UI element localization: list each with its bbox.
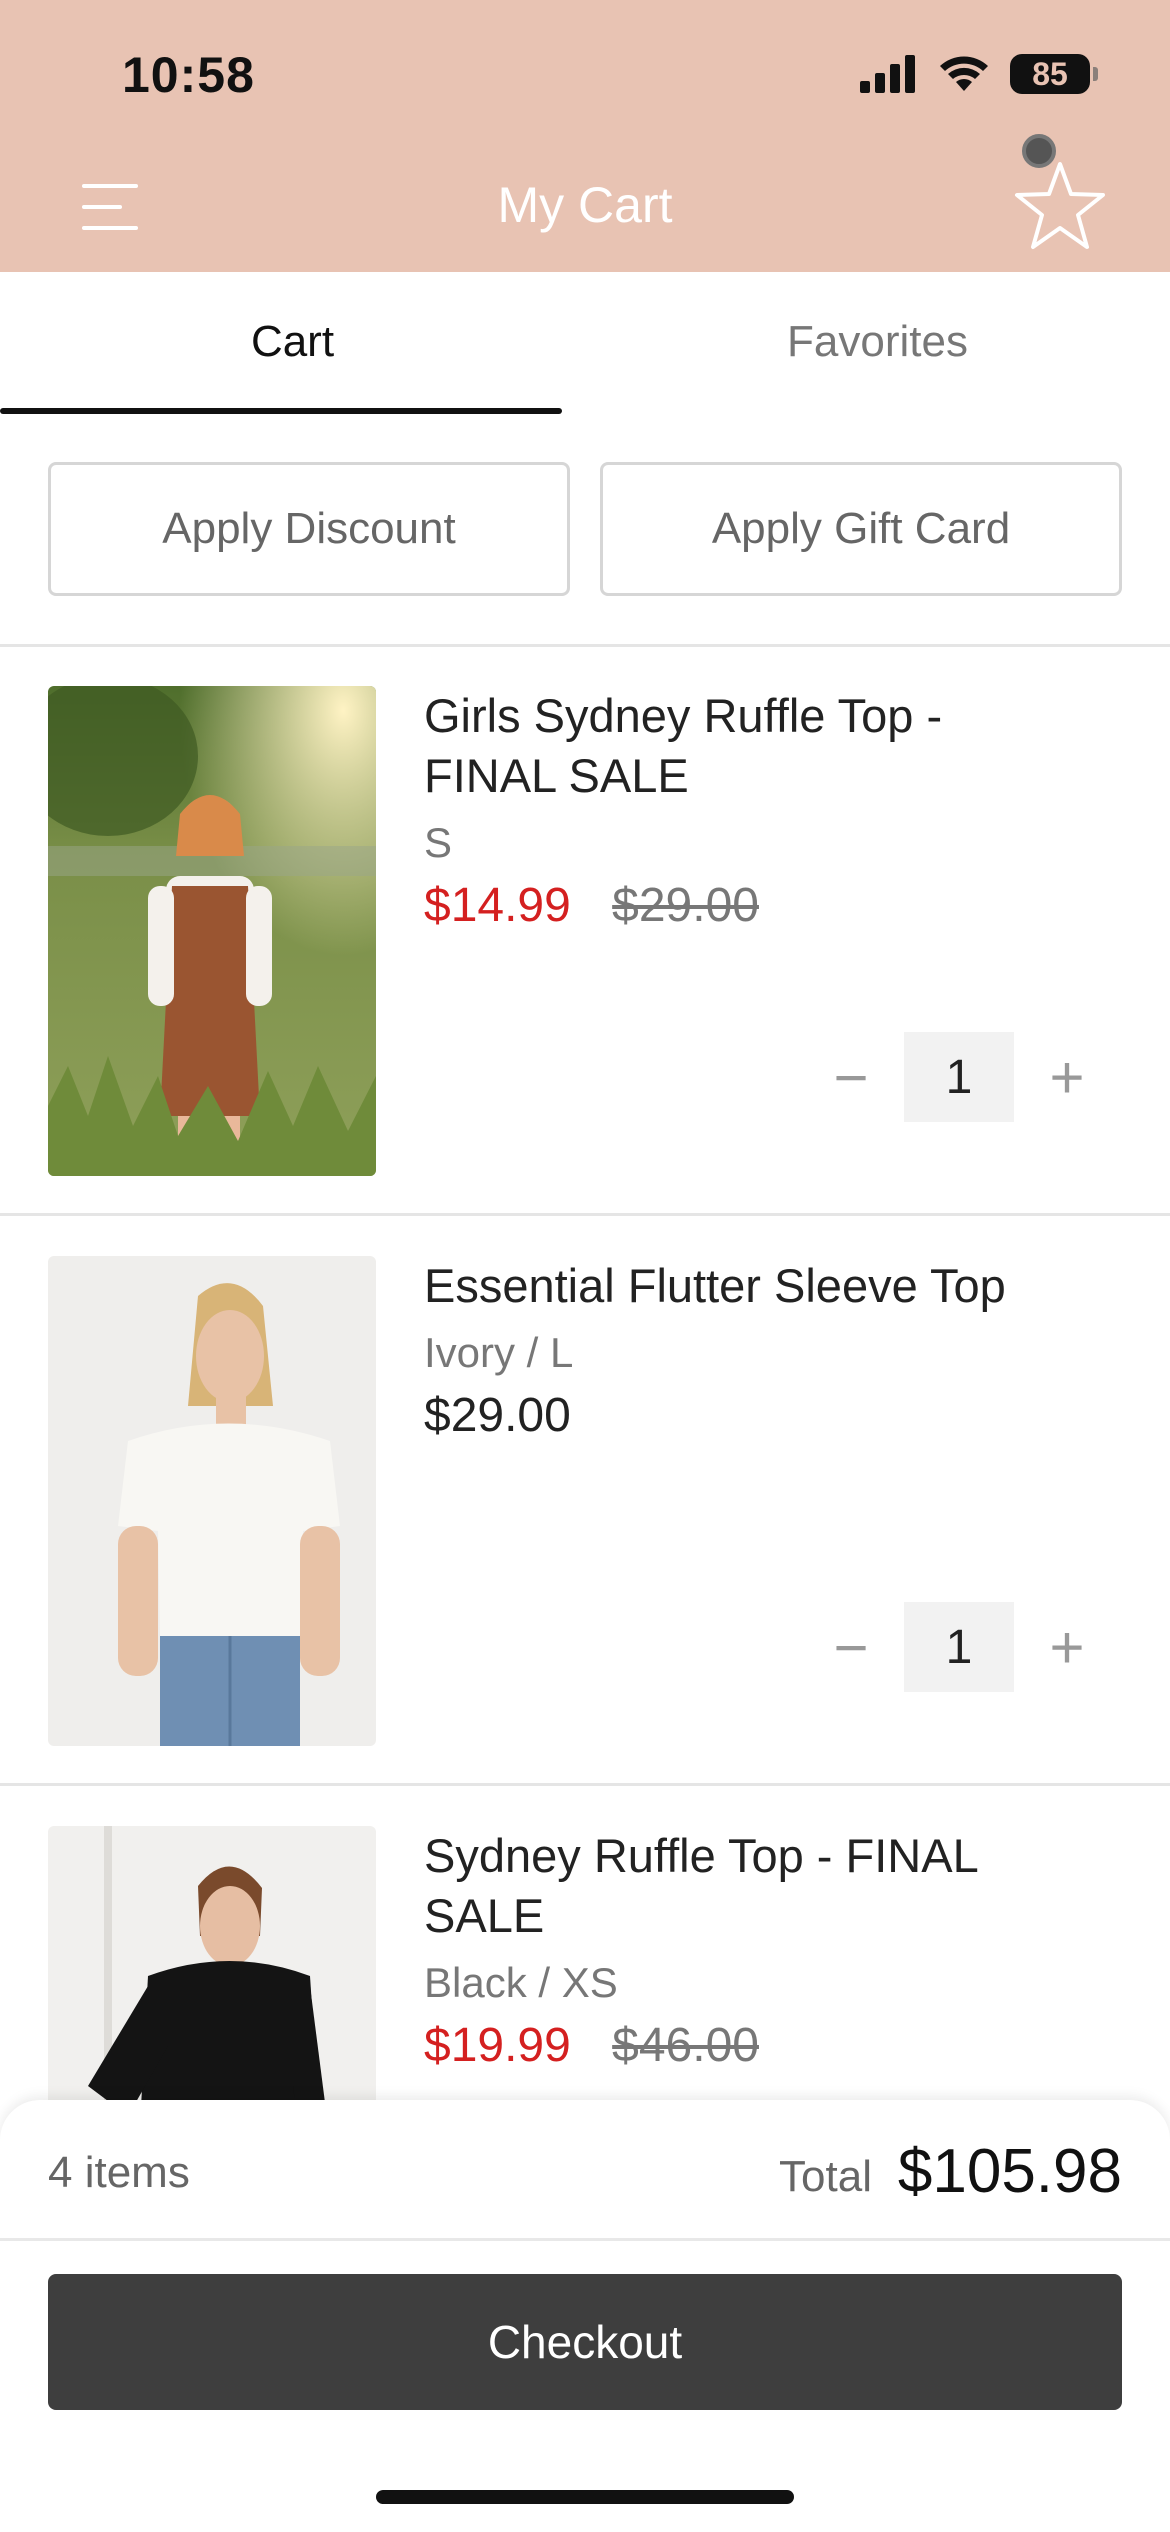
status-time: 10:58 [122,47,255,103]
item-info: Girls Sydney Ruffle Top - FINAL SALE S $… [424,686,1084,936]
item-info: Essential Flutter Sleeve Top Ivory / L $… [424,1256,1084,1446]
star-icon [1015,162,1105,249]
quantity-stepper: − 1 + [816,1032,1102,1122]
app-header: 10:58 85 My Cart [0,0,1170,272]
product-photo-girl-jumper [48,686,376,1176]
page-title: My Cart [497,177,673,233]
item-price: $14.99 $29.00 [424,876,1084,936]
checkout-button[interactable]: Checkout [48,2274,1122,2410]
sale-price: $19.99 [424,2019,571,2072]
item-name[interactable]: Girls Sydney Ruffle Top - FINAL SALE [424,686,1084,806]
quantity-value: 1 [904,1602,1014,1692]
home-indicator[interactable] [376,2490,794,2504]
battery-icon: 85 [1010,54,1098,94]
original-price: $29.00 [612,879,759,932]
original-price: $46.00 [612,2019,759,2072]
apply-gift-card-button[interactable]: Apply Gift Card [600,462,1122,596]
item-price: $19.99 $46.00 [424,2016,1084,2076]
divider [0,2238,1170,2241]
increase-quantity-button[interactable]: + [1032,1602,1102,1692]
item-price: $29.00 [424,1386,1084,1446]
wifi-icon [940,56,988,91]
items-count: 4 items [48,2148,190,2197]
item-variant: Black / XS [424,1959,618,2006]
increase-quantity-button[interactable]: + [1032,1032,1102,1122]
tab-cart[interactable]: Cart [0,272,585,412]
apply-actions: Apply Discount Apply Gift Card [48,462,1122,596]
total-label: Total [779,2152,872,2201]
active-tab-indicator [0,408,562,414]
favorites-button[interactable] [1012,160,1108,252]
status-icons: 85 [858,54,1098,94]
quantity-stepper: − 1 + [816,1602,1102,1692]
product-image[interactable] [48,686,376,1176]
product-image[interactable] [48,1256,376,1746]
apply-discount-button[interactable]: Apply Discount [48,462,570,596]
cart-tabs: Cart Favorites [0,272,1170,414]
item-info: Sydney Ruffle Top - FINAL SALE Black / X… [424,1826,1084,2076]
tab-favorites[interactable]: Favorites [585,272,1170,412]
item-name[interactable]: Essential Flutter Sleeve Top [424,1256,1084,1316]
decrease-quantity-button[interactable]: − [816,1032,886,1122]
quantity-value: 1 [904,1032,1014,1122]
product-photo-ivory-top [48,1256,376,1746]
cart-item: Girls Sydney Ruffle Top - FINAL SALE S $… [0,646,1170,1216]
decrease-quantity-button[interactable]: − [816,1602,886,1692]
item-variant: Ivory / L [424,1329,574,1376]
cart-item: Essential Flutter Sleeve Top Ivory / L $… [0,1216,1170,1786]
signal-icon [860,55,915,93]
total-value: $105.98 [897,2137,1122,2206]
cart-summary: 4 items Total $105.98 Checkout [0,2100,1170,2532]
regular-price: $29.00 [424,1389,571,1442]
item-name[interactable]: Sydney Ruffle Top - FINAL SALE [424,1826,1084,1946]
item-variant: S [424,819,453,866]
sale-price: $14.99 [424,879,571,932]
